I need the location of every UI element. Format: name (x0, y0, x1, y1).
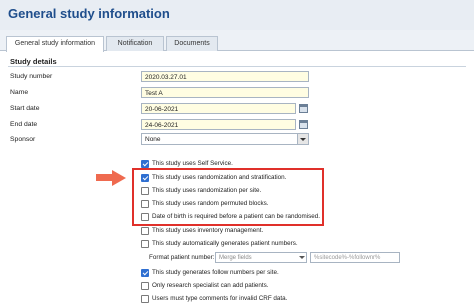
option-label: This study generates follow numbers per … (152, 269, 279, 276)
option-label: This study uses randomization per site. (152, 187, 262, 194)
start-date-label: Start date (10, 105, 40, 112)
checkbox[interactable] (141, 282, 149, 290)
name-label: Name (10, 89, 29, 96)
option-label: This study uses Self Service. (152, 160, 233, 167)
option-label: This study uses random permuted blocks. (152, 200, 269, 207)
checkbox[interactable] (141, 269, 149, 277)
format-patient-number-label: Format patient number: (149, 254, 215, 261)
option-label: This study uses randomization and strati… (152, 174, 287, 181)
section-divider (8, 66, 466, 67)
checkbox[interactable] (141, 295, 149, 303)
checkbox[interactable] (141, 227, 149, 235)
page-title: General study information (8, 6, 170, 21)
tab-documents[interactable]: Documents (166, 36, 218, 51)
checkbox[interactable] (141, 213, 149, 221)
checkbox[interactable] (141, 174, 149, 182)
checkbox[interactable] (141, 187, 149, 195)
option-label: This study uses inventory management. (152, 227, 264, 234)
study-number-label: Study number (10, 73, 53, 80)
merge-fields-placeholder: Merge fields (219, 255, 252, 261)
chevron-down-icon[interactable] (298, 253, 306, 262)
option-label: Users must type comments for invalid CRF… (152, 295, 288, 302)
calendar-icon[interactable] (298, 103, 309, 114)
option-label: Date of birth is required before a patie… (152, 213, 321, 220)
end-date-label: End date (10, 121, 38, 128)
option-label: Only research specialist can add patient… (152, 282, 269, 289)
sponsor-selected-value: None (145, 136, 161, 143)
end-date-field[interactable]: 24-06-2021 (141, 119, 296, 130)
merge-fields-select[interactable]: Merge fields (215, 252, 307, 263)
sponsor-select[interactable]: None (141, 133, 309, 145)
calendar-icon[interactable] (298, 119, 309, 130)
option-label: This study automatically generates patie… (152, 240, 298, 247)
checkbox[interactable] (141, 160, 149, 168)
checkbox[interactable] (141, 200, 149, 208)
section-title: Study details (10, 57, 57, 66)
name-field[interactable]: Test A (141, 87, 309, 98)
chevron-down-icon[interactable] (297, 134, 308, 144)
tab-general-study-information[interactable]: General study information (6, 36, 104, 52)
format-patient-number-field[interactable]: %sitecode%-%follownr% (310, 252, 400, 263)
study-number-field[interactable]: 2020.03.27.01 (141, 71, 309, 82)
arrow-icon (96, 174, 112, 181)
arrow-head-icon (112, 170, 126, 186)
checkbox[interactable] (141, 240, 149, 248)
sponsor-label: Sponsor (10, 136, 36, 143)
start-date-field[interactable]: 20-06-2021 (141, 103, 296, 114)
tab-notification[interactable]: Notification (106, 36, 164, 51)
